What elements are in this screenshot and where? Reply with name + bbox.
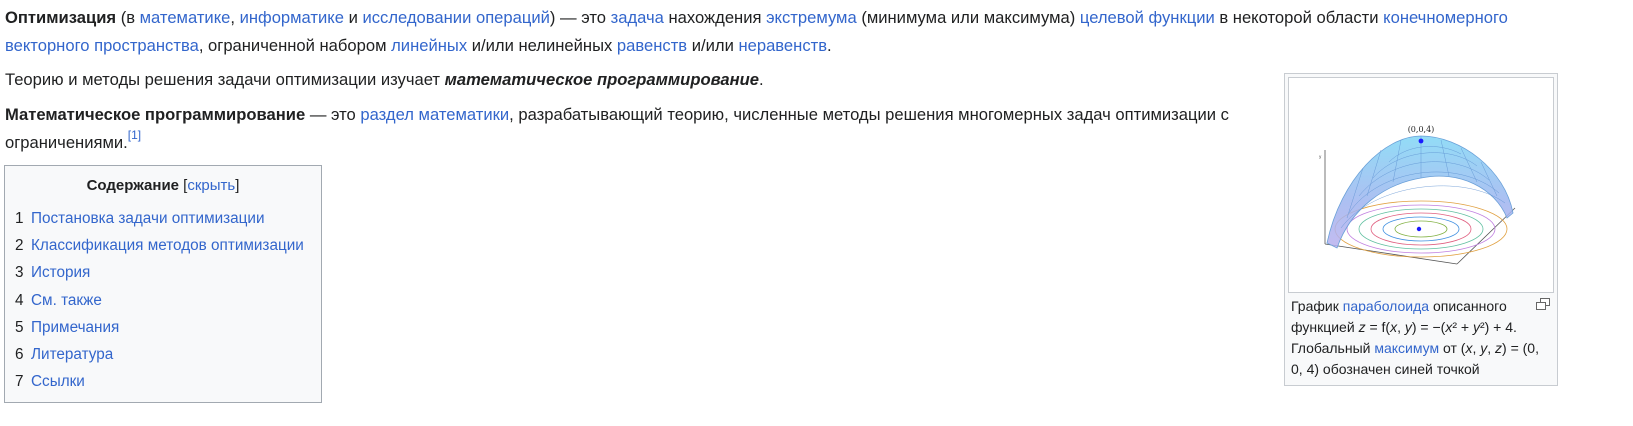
thumbnail-caption: График параболоида описанного функцией z… — [1291, 296, 1549, 380]
toc-item: 3 История — [15, 259, 321, 286]
paraboloid-plot: (0,0,4) y — [1319, 125, 1516, 265]
y-axis-label: y — [1319, 154, 1322, 159]
thumbnail-figure: (0,0,4) y График параболоида описанного … — [1284, 73, 1558, 386]
toc-title: Содержание — [86, 177, 180, 194]
link-equalities[interactable]: равенств — [617, 36, 687, 55]
toc-link[interactable]: История — [31, 264, 90, 281]
toc-number: 3 — [15, 264, 24, 282]
text: — это — [305, 105, 361, 124]
toc-item: 4 См. также — [15, 287, 321, 314]
intro-paragraph: Оптимизация (в математике, информатике и… — [5, 4, 1565, 60]
text: ) — это — [549, 8, 611, 27]
toc-hide-link[interactable]: скрыть — [187, 177, 235, 194]
var-z: z — [1358, 319, 1366, 335]
link-branch-of-math[interactable]: раздел математики — [360, 105, 509, 124]
term-math-programming-bold: Математическое программирование — [5, 105, 306, 124]
toc-number: 5 — [15, 318, 24, 336]
text: ² + — [1452, 319, 1473, 335]
toc-number: 7 — [15, 373, 24, 391]
link-task[interactable]: задача — [611, 8, 664, 27]
link-extremum[interactable]: экстремума — [766, 8, 857, 27]
link-mathematics[interactable]: математике — [140, 8, 231, 27]
text: от ( — [1439, 340, 1466, 356]
toc-number: 2 — [15, 237, 24, 255]
text: нахождения — [663, 8, 767, 27]
toc-link[interactable]: Ссылки — [31, 373, 85, 390]
var-y: y — [1404, 319, 1412, 335]
table-of-contents: Содержание [скрыть] 1 Постановка задачи о… — [4, 165, 322, 403]
reference-link[interactable]: [1] — [128, 128, 141, 142]
text: ) = −( — [1411, 319, 1446, 335]
maximum-point — [1418, 138, 1424, 144]
text: и/или — [687, 36, 739, 55]
paraboloid-image[interactable]: (0,0,4) y — [1288, 77, 1554, 293]
term-optimization: Оптимизация — [5, 8, 117, 27]
toc-item: 6 Литература — [15, 341, 321, 368]
text: Теорию и методы решения задачи оптимизац… — [5, 70, 445, 89]
var-y: y — [1472, 319, 1480, 335]
text: , — [1397, 319, 1405, 335]
text: , — [230, 8, 240, 27]
axis-ticks: y — [1319, 154, 1322, 159]
toc-link[interactable]: Классификация методов оптимизации — [31, 237, 304, 254]
toc-link[interactable]: Примечания — [31, 319, 119, 336]
toc-heading: Содержание [скрыть] — [5, 177, 321, 199]
text: = f( — [1365, 319, 1391, 335]
text: , ограниченной набором — [198, 36, 392, 55]
link-maximum[interactable]: максимум — [1374, 340, 1439, 356]
text: (минимума или максимума) — [856, 8, 1080, 27]
toc-number: 6 — [15, 345, 24, 363]
link-linear[interactable]: линейных — [391, 36, 467, 55]
toc-link[interactable]: Постановка задачи оптимизации — [31, 210, 265, 227]
paragraph-theory: Теорию и методы решения задачи оптимизац… — [5, 66, 1285, 94]
text: и/или нелинейных — [467, 36, 617, 55]
paragraph-definition: Математическое программирование — это ра… — [5, 101, 1295, 157]
text: в некоторой области — [1214, 8, 1384, 27]
term-math-programming: математическое программирование — [444, 70, 760, 89]
link-informatics[interactable]: информатике — [240, 8, 344, 27]
var-z: z — [1495, 340, 1503, 356]
toc-list: 1 Постановка задачи оптимизации 2 Классифи… — [5, 205, 321, 395]
toc-item: 2 Классификация методов оптимизации — [15, 232, 321, 259]
text: (в — [116, 8, 140, 27]
text: . — [827, 36, 832, 55]
link-paraboloid[interactable]: параболоида — [1343, 298, 1429, 314]
link-operations-research[interactable]: исследовании операций — [362, 8, 549, 27]
toc-item: 7 Ссылки — [15, 368, 321, 395]
toc-link[interactable]: Литература — [31, 346, 113, 363]
toc-bracket-close: ] — [235, 177, 240, 194]
projection-point — [1416, 226, 1422, 232]
toc-link[interactable]: См. также — [31, 292, 102, 309]
link-objective-function[interactable]: целевой функции — [1080, 8, 1215, 27]
text: , — [1487, 340, 1496, 356]
max-point-label: (0,0,4) — [1408, 125, 1435, 134]
text: . — [759, 70, 764, 89]
link-inequalities[interactable]: неравенств — [738, 36, 827, 55]
toc-number: 1 — [15, 210, 24, 227]
toc-item: 5 Примечания — [15, 314, 321, 341]
text: и — [343, 8, 363, 27]
text: График — [1291, 298, 1343, 314]
toc-number: 4 — [15, 291, 24, 309]
surface-shape — [1326, 135, 1514, 249]
toc-item: 1 Постановка задачи оптимизации — [15, 205, 321, 232]
